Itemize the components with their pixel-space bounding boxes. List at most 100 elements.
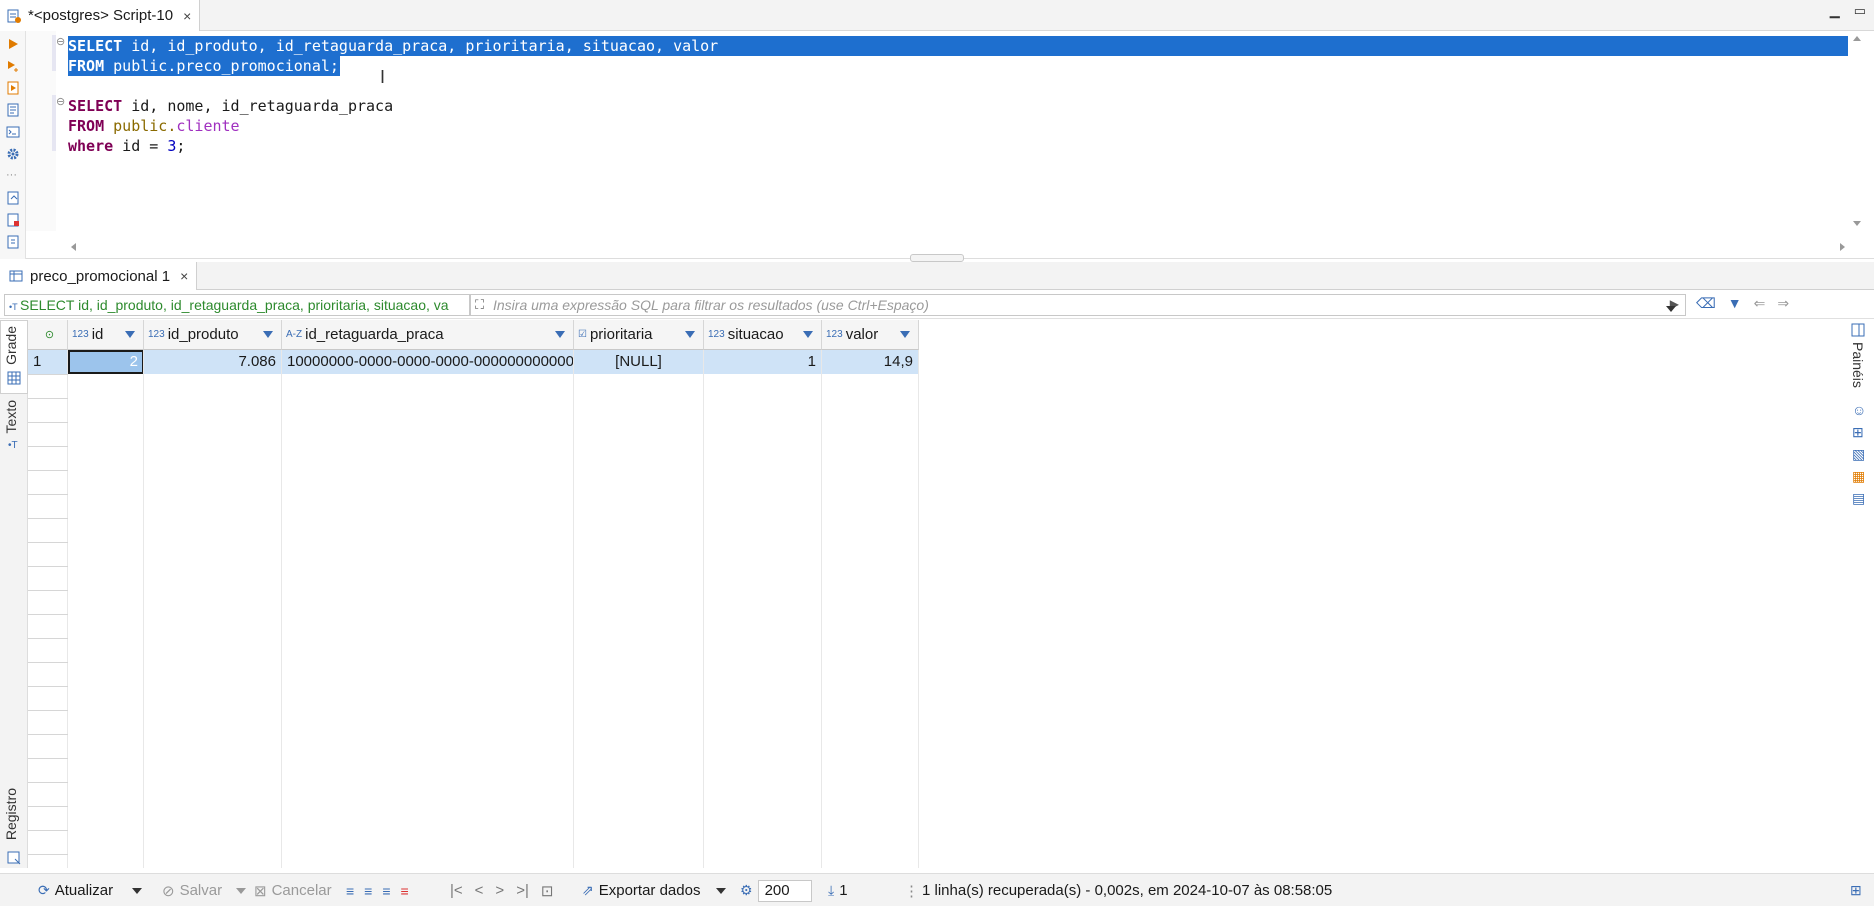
tab-grid[interactable]: Grade [3, 326, 19, 365]
next-page-icon[interactable]: > [495, 882, 504, 899]
refresh-dropdown[interactable] [132, 874, 142, 906]
fold-icon[interactable]: ⊖ [56, 95, 65, 108]
horizontal-scrollbar[interactable] [68, 239, 1848, 255]
column-header-valor[interactable]: 123 valor [822, 320, 919, 350]
results-tab[interactable]: preco_promocional 1 × [0, 262, 198, 290]
last-page-icon[interactable]: >| [516, 882, 529, 899]
save-script-icon[interactable] [6, 213, 20, 227]
settings-icon[interactable] [6, 147, 20, 161]
refresh-button[interactable]: ⟳ Atualizar [38, 874, 113, 906]
filter-icon[interactable]: ▼ [1728, 295, 1742, 312]
copy-row-icon[interactable]: ≡ [382, 883, 390, 899]
panel-splitter[interactable] [910, 254, 964, 262]
filter-tools: ⌫ ▼ ⇐ ⇒ [1696, 295, 1789, 312]
column-header-id[interactable]: 123 id [68, 320, 144, 350]
code-line[interactable] [68, 76, 718, 96]
calc-icon[interactable]: ▦ [1852, 468, 1865, 485]
row-divider [28, 470, 68, 471]
first-page-icon[interactable]: |< [450, 882, 463, 899]
minimize-icon[interactable]: ▁ [1830, 3, 1840, 19]
save-label: Salvar [179, 882, 223, 899]
code-token: SELECT [68, 97, 123, 115]
code-line[interactable]: FROM public.cliente [68, 116, 718, 136]
column-menu-icon[interactable] [125, 331, 135, 338]
export-dropdown[interactable] [716, 874, 726, 906]
expand-icon[interactable]: ⛶ [475, 297, 484, 313]
save-button[interactable]: ⊘ Salvar [162, 874, 222, 906]
results-settings-icon[interactable]: ⊞ [1850, 874, 1862, 906]
code-line[interactable]: SELECT id, nome, id_retaguarda_praca [68, 96, 718, 116]
group-icon[interactable]: ⊞ [1852, 424, 1864, 441]
export-icon: ⇗ [582, 882, 594, 898]
execute-script-icon[interactable] [6, 81, 20, 95]
column-header-situacao[interactable]: 123 situacao [704, 320, 822, 350]
code-line[interactable]: FROM public.preco_promocional; [68, 56, 718, 76]
forward-icon[interactable]: ⇒ [1777, 295, 1789, 312]
eraser-icon[interactable]: ⌫ [1696, 295, 1716, 312]
cell-prioritaria[interactable]: [NULL] [574, 350, 704, 374]
close-icon[interactable]: × [183, 8, 191, 24]
column-header-id-retaguarda-praca[interactable]: A-Z id_retaguarda_praca [282, 320, 574, 350]
execute-new-tab-icon[interactable] [6, 59, 20, 73]
code-token: id, nome, id_retaguarda_praca [122, 97, 394, 115]
cell-id[interactable]: 2 [68, 350, 144, 374]
column-menu-icon[interactable] [900, 331, 910, 338]
filter-input[interactable]: ⛶ Insira uma expressão SQL para filtrar … [470, 294, 1686, 316]
load-script-icon[interactable] [6, 191, 20, 205]
column-header-prioritaria[interactable]: ☑ prioritaria [574, 320, 704, 350]
cell-id-retaguarda-praca[interactable]: 10000000-0000-0000-0000-000000000000 [282, 350, 574, 374]
tab-panels[interactable]: Painéis [1850, 342, 1866, 388]
row-count-icon[interactable]: ⤓ [828, 882, 834, 899]
code-token: FROM [68, 117, 105, 135]
panels-icon[interactable] [1850, 322, 1866, 338]
cell-id-produto[interactable]: 7.086 [144, 350, 282, 374]
column-menu-icon[interactable] [263, 331, 273, 338]
editor-tab-bar: *<postgres> Script-10 × ▁ ▭ [0, 0, 1874, 31]
filter-history-dropdown[interactable] [1666, 299, 1676, 316]
explain-plan-icon[interactable] [6, 103, 20, 117]
execute-icon[interactable] [6, 37, 20, 51]
code-line[interactable]: SELECT id, id_produto, id_retaguarda_pra… [68, 36, 718, 56]
add-row-icon[interactable]: ≡ [364, 883, 372, 899]
export-button[interactable]: ⇗ Exportar dados [582, 874, 700, 906]
code-area[interactable]: SELECT id, id_produto, id_retaguarda_pra… [68, 36, 718, 156]
results-grid[interactable]: ⊙ 123 id 123 id_produto A-Z id_retaguarda_pra… [28, 320, 1846, 868]
smiley-icon[interactable]: ☺ [1852, 402, 1866, 418]
gear-icon[interactable]: ⚙ [740, 882, 753, 899]
tab-text[interactable]: Texto [3, 400, 19, 433]
column-menu-icon[interactable] [555, 331, 565, 338]
fold-icon[interactable]: ⊖ [56, 35, 65, 48]
row-divider [28, 374, 68, 375]
edit-row-icon[interactable]: ≡ [346, 883, 354, 899]
prev-page-icon[interactable]: < [475, 882, 484, 899]
metadata-icon[interactable]: ▤ [1852, 490, 1865, 507]
export-script-icon[interactable] [6, 235, 20, 249]
query-text-box[interactable]: •T SELECT id, id_produto, id_retaguarda_… [4, 294, 470, 316]
back-icon[interactable]: ⇐ [1754, 295, 1766, 312]
script-tab[interactable]: *<postgres> Script-10 × [0, 0, 201, 31]
select-all-icon[interactable]: ⊙ [45, 328, 54, 341]
maximize-icon[interactable]: ▭ [1854, 3, 1866, 19]
close-icon[interactable]: × [180, 268, 188, 284]
column-menu-icon[interactable] [685, 331, 695, 338]
fetch-page-icon[interactable]: ⊡ [541, 882, 554, 900]
save-dropdown[interactable] [236, 874, 246, 906]
cell-valor[interactable]: 14,9 [822, 350, 919, 374]
code-token: id, id_produto, id_retaguarda_praca, pri… [122, 37, 719, 55]
sql-editor[interactable]: ··· ⊖ ⊖ SELECT id, id_produto, id_retagu… [0, 31, 1874, 259]
column-menu-icon[interactable] [803, 331, 813, 338]
vertical-scrollbar[interactable] [1850, 31, 1864, 231]
code-line[interactable]: where id = 3; [68, 136, 718, 156]
tab-record[interactable]: Registro [3, 788, 19, 840]
column-header-id-produto[interactable]: 123 id_produto [144, 320, 282, 350]
delete-row-icon[interactable]: ≡ [401, 883, 409, 899]
cancel-button[interactable]: ⊠ Cancelar [254, 874, 332, 906]
row-number[interactable]: 1 [28, 350, 68, 374]
cell-situacao[interactable]: 1 [704, 350, 822, 374]
row-divider [28, 542, 68, 543]
view-mode-tabs: Grade Texto •T Registro [0, 320, 28, 868]
fetch-size-input[interactable]: 200 [757, 879, 812, 902]
image-icon[interactable]: ▧ [1852, 446, 1865, 463]
more-icon[interactable]: ··· [6, 169, 20, 183]
console-icon[interactable] [6, 125, 20, 139]
